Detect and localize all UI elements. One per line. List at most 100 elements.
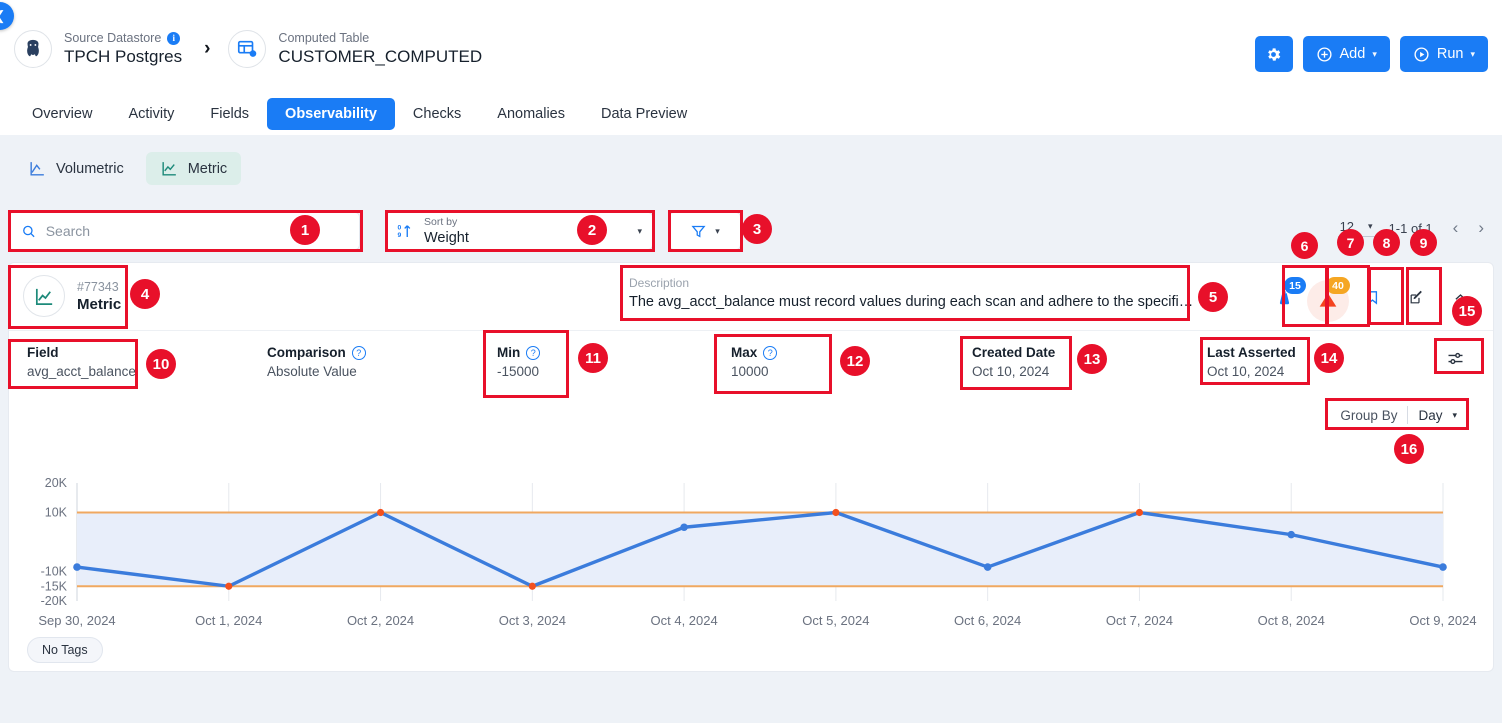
weight-button[interactable]: 15 bbox=[1265, 277, 1306, 317]
metric-identity[interactable]: #77343 Metric bbox=[23, 275, 121, 317]
chevron-down-icon: ▾ bbox=[1470, 48, 1475, 59]
metric-id-label: #77343 bbox=[77, 279, 119, 294]
tab-checks[interactable]: Checks bbox=[395, 98, 479, 130]
chevron-down-icon[interactable]: ▾ bbox=[637, 226, 642, 237]
attribute-min: Min ? -15000 bbox=[497, 345, 541, 379]
breadcrumb-datastore-label: Source Datastore bbox=[64, 31, 162, 45]
metric-card-icon-actions: 15 40 bbox=[1265, 277, 1479, 322]
help-icon[interactable]: ? bbox=[351, 345, 366, 360]
collapse-card-button[interactable] bbox=[1441, 277, 1479, 317]
metric-chart-svg[interactable]: 20K 10K -10K-15K-20K Sep 30, 2024 Oct 1, 202… bbox=[9, 431, 1495, 631]
group-by-label: Group By bbox=[1340, 407, 1398, 423]
chevron-down-icon[interactable]: ▾ bbox=[1452, 410, 1457, 421]
svg-text:-20K: -20K bbox=[41, 594, 68, 608]
run-button[interactable]: Run ▾ bbox=[1399, 36, 1488, 72]
anomaly-button[interactable]: 40 bbox=[1307, 277, 1350, 322]
chevron-down-icon: ▾ bbox=[1372, 48, 1377, 59]
no-tags-pill[interactable]: No Tags bbox=[27, 637, 103, 663]
sort-by-dropdown[interactable]: 0 9 Sort by Weight ▾ bbox=[385, 212, 653, 250]
breadcrumb-datastore-value: TPCH Postgres bbox=[64, 47, 183, 66]
sidebar-collapse-button[interactable]: ❮ bbox=[0, 2, 14, 30]
attribute-created-date-label: Created Date bbox=[972, 345, 1056, 360]
breadcrumb-item-table[interactable]: Computed Table CUSTOMER_COMPUTED bbox=[228, 30, 482, 68]
tab-anomalies[interactable]: Anomalies bbox=[479, 98, 583, 130]
attribute-comparison-label: Comparison bbox=[267, 345, 346, 360]
anomaly-badge: 40 bbox=[1326, 277, 1350, 294]
description-field[interactable]: Description The avg_acct_balance must re… bbox=[629, 275, 1197, 312]
group-by-dropdown[interactable]: Group By Day ▾ bbox=[1340, 401, 1457, 429]
add-button-label: Add bbox=[1339, 46, 1366, 62]
plus-circle-icon bbox=[1316, 46, 1332, 62]
attribute-created-date: Created Date Oct 10, 2024 bbox=[972, 345, 1055, 379]
svg-text:Oct 2, 2024: Oct 2, 2024 bbox=[347, 613, 414, 628]
chevron-down-icon[interactable]: ▾ bbox=[1368, 221, 1373, 232]
attribute-last-asserted: Last Asserted Oct 10, 2024 bbox=[1207, 345, 1296, 379]
breadcrumb-table-value: CUSTOMER_COMPUTED bbox=[278, 47, 483, 66]
anno-num-6: 6 bbox=[1291, 232, 1318, 259]
help-icon[interactable]: ? bbox=[526, 345, 541, 360]
attribute-last-asserted-label: Last Asserted bbox=[1207, 345, 1296, 360]
bookmark-button[interactable] bbox=[1353, 277, 1391, 317]
group-by-value: Day bbox=[1418, 407, 1443, 423]
svg-text:Oct 3, 2024: Oct 3, 2024 bbox=[499, 613, 566, 628]
attribute-comparison: Comparison ? Absolute Value bbox=[267, 345, 366, 379]
chart-settings-button[interactable] bbox=[1435, 341, 1475, 375]
chevron-down-icon[interactable]: ▾ bbox=[715, 226, 720, 237]
breadcrumb: Source Datastore i TPCH Postgres › Compu… bbox=[14, 30, 482, 68]
page-prev-button[interactable]: ‹ bbox=[1447, 218, 1465, 238]
description-label: Description bbox=[629, 276, 690, 290]
help-icon[interactable]: ? bbox=[763, 345, 778, 360]
postgres-elephant-icon bbox=[14, 30, 52, 68]
svg-text:-15K: -15K bbox=[41, 579, 68, 593]
page-size-selector[interactable]: 12 ▾ bbox=[1337, 219, 1375, 237]
svg-text:9: 9 bbox=[398, 232, 402, 239]
metric-line-chart-icon bbox=[23, 275, 65, 317]
gear-icon bbox=[1268, 47, 1281, 61]
pagination: 12 ▾ 1-1 of 1 ‹ › bbox=[1337, 218, 1490, 238]
subtab-volumetric[interactable]: Volumetric bbox=[14, 152, 138, 185]
app-root: ❮ Source Datastore i TPCH Postgres bbox=[0, 0, 1502, 723]
breadcrumb-item-datastore[interactable]: Source Datastore i TPCH Postgres bbox=[14, 30, 182, 68]
add-button[interactable]: Add ▾ bbox=[1302, 36, 1390, 72]
metric-card-header: #77343 Metric Description The avg_acct_b… bbox=[9, 263, 1493, 331]
tags-area: No Tags bbox=[27, 637, 103, 663]
bookmark-icon bbox=[1367, 290, 1377, 305]
weight-badge: 15 bbox=[1284, 277, 1306, 294]
run-button-label: Run bbox=[1436, 46, 1464, 62]
edit-square-icon bbox=[1410, 290, 1422, 303]
page-next-button[interactable]: › bbox=[1472, 218, 1490, 238]
tab-observability[interactable]: Observability bbox=[267, 98, 395, 130]
tab-fields[interactable]: Fields bbox=[192, 98, 267, 130]
breadcrumb-separator: › bbox=[204, 38, 211, 59]
breadcrumb-table-label: Computed Table bbox=[278, 31, 370, 45]
tab-activity[interactable]: Activity bbox=[110, 98, 192, 130]
search-input-wrapper[interactable] bbox=[8, 212, 360, 250]
svg-text:Oct 7, 2024: Oct 7, 2024 bbox=[1106, 613, 1173, 628]
info-icon[interactable]: i bbox=[167, 31, 181, 45]
description-value: The avg_acct_balance must record values … bbox=[629, 294, 1197, 310]
search-icon bbox=[23, 225, 35, 237]
settings-button[interactable] bbox=[1254, 36, 1293, 72]
sliders-icon bbox=[1448, 352, 1462, 364]
attribute-field-label: Field bbox=[27, 345, 59, 360]
svg-text:20K: 20K bbox=[45, 476, 68, 490]
observability-subtabs: Volumetric Metric bbox=[14, 152, 242, 185]
header-actions: Add ▾ Run ▾ bbox=[1254, 36, 1488, 72]
metric-chart[interactable]: 20K 10K -10K -15K -20K Sep 30, 2024 Oct 1, 202… bbox=[9, 431, 1495, 631]
tab-overview[interactable]: Overview bbox=[14, 98, 110, 130]
metric-chart-icon bbox=[162, 162, 176, 176]
tab-data-preview[interactable]: Data Preview bbox=[583, 98, 705, 130]
subtab-metric[interactable]: Metric bbox=[145, 152, 242, 185]
edit-button[interactable] bbox=[1397, 277, 1435, 317]
metric-card: #77343 Metric Description The avg_acct_b… bbox=[8, 262, 1494, 672]
attribute-created-date-value: Oct 10, 2024 bbox=[972, 364, 1050, 379]
svg-text:Oct 5, 2024: Oct 5, 2024 bbox=[802, 613, 869, 628]
search-input[interactable] bbox=[45, 223, 347, 239]
volumetric-chart-icon bbox=[30, 162, 44, 176]
group-by-divider bbox=[1407, 406, 1409, 424]
svg-text:Oct 1, 2024: Oct 1, 2024 bbox=[195, 613, 262, 628]
filter-button[interactable]: ▾ bbox=[669, 212, 741, 250]
filter-funnel-icon bbox=[691, 225, 706, 238]
chevron-up-icon bbox=[1454, 293, 1466, 300]
svg-text:Oct 9, 2024: Oct 9, 2024 bbox=[1409, 613, 1476, 628]
